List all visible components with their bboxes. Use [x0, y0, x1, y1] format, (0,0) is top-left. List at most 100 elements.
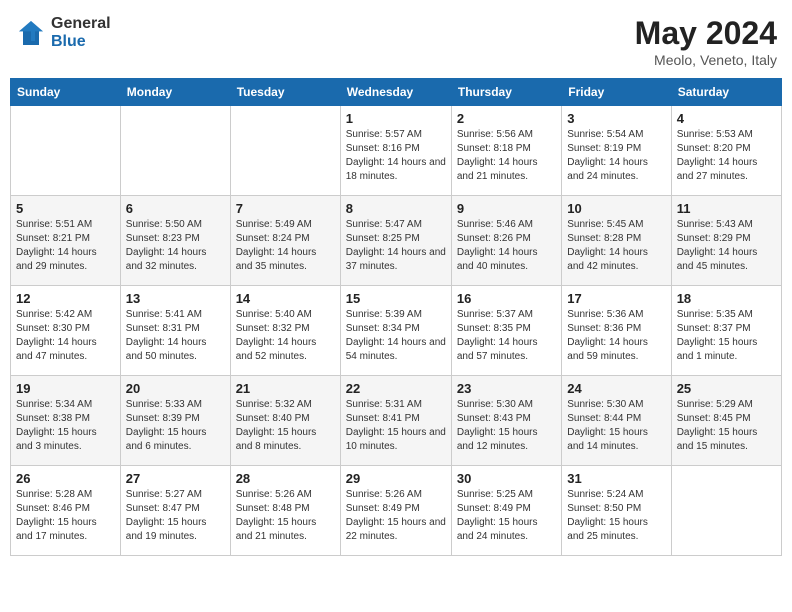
- cell-info: Sunrise: 5:30 AMSunset: 8:43 PMDaylight:…: [457, 398, 556, 454]
- cell-day-number: 2: [457, 111, 556, 126]
- calendar-cell: 15Sunrise: 5:39 AMSunset: 8:34 PMDayligh…: [340, 286, 451, 376]
- calendar-cell: 13 Sunrise: 5:41 AMSunset: 8:31 PMDayligh…: [120, 286, 230, 376]
- calendar-cell: 8 Sunrise: 5:47 AMSunset: 8:25 PMDaylight…: [340, 196, 451, 286]
- weekday-header-tuesday: Tuesday: [230, 79, 340, 106]
- calendar-table: SundayMondayTuesdayWednesdayThursdayFrid…: [10, 78, 782, 556]
- cell-info: Sunrise: 5:29 AMSunset: 8:45 PMDaylight:…: [677, 398, 776, 454]
- calendar-cell: 6 Sunrise: 5:50 AMSunset: 8:23 PMDaylight…: [120, 196, 230, 286]
- calendar-cell: 5Sunrise: 5:51 AMSunset: 8:21 PMDaylight…: [11, 196, 121, 286]
- cell-day-number: 12: [16, 291, 115, 306]
- cell-day-number: 20: [126, 381, 225, 396]
- cell-info: Sunrise: 5:45 AMSunset: 8:28 PMDaylight:…: [567, 218, 665, 274]
- calendar-cell: 2 Sunrise: 5:56 AMSunset: 8:18 PMDaylight…: [451, 106, 561, 196]
- calendar-cell: 29Sunrise: 5:26 AMSunset: 8:49 PMDayligh…: [340, 466, 451, 556]
- calendar-location: Meolo, Veneto, Italy: [635, 52, 777, 68]
- cell-info: Sunrise: 5:24 AMSunset: 8:50 PMDaylight:…: [567, 488, 665, 544]
- weekday-header-monday: Monday: [120, 79, 230, 106]
- cell-day-number: 19: [16, 381, 115, 396]
- cell-day-number: 18: [677, 291, 776, 306]
- calendar-cell: 26 Sunrise: 5:28 AMSunset: 8:46 PMDayligh…: [11, 466, 121, 556]
- cell-info: Sunrise: 5:40 AMSunset: 8:32 PMDaylight:…: [236, 308, 335, 364]
- calendar-cell: 17 Sunrise: 5:36 AMSunset: 8:36 PMDayligh…: [562, 286, 671, 376]
- weekday-header-friday: Friday: [562, 79, 671, 106]
- calendar-cell: 14 Sunrise: 5:40 AMSunset: 8:32 PMDayligh…: [230, 286, 340, 376]
- calendar-cell: [671, 466, 781, 556]
- cell-day-number: 23: [457, 381, 556, 396]
- weekday-header-saturday: Saturday: [671, 79, 781, 106]
- cell-info: Sunrise: 5:51 AMSunset: 8:21 PMDaylight:…: [16, 218, 115, 274]
- cell-day-number: 15: [346, 291, 446, 306]
- calendar-cell: 28 Sunrise: 5:26 AMSunset: 8:48 PMDayligh…: [230, 466, 340, 556]
- calendar-cell: 16Sunrise: 5:37 AMSunset: 8:35 PMDayligh…: [451, 286, 561, 376]
- cell-info: Sunrise: 5:54 AMSunset: 8:19 PMDaylight:…: [567, 128, 665, 184]
- cell-day-number: 21: [236, 381, 335, 396]
- weekday-header-sunday: Sunday: [11, 79, 121, 106]
- cell-info: Sunrise: 5:36 AMSunset: 8:36 PMDaylight:…: [567, 308, 665, 364]
- cell-info: Sunrise: 5:25 AMSunset: 8:49 PMDaylight:…: [457, 488, 556, 544]
- cell-info: Sunrise: 5:46 AMSunset: 8:26 PMDaylight:…: [457, 218, 556, 274]
- cell-info: Sunrise: 5:42 AMSunset: 8:30 PMDaylight:…: [16, 308, 115, 364]
- calendar-header: SundayMondayTuesdayWednesdayThursdayFrid…: [11, 79, 782, 106]
- cell-day-number: 7: [236, 201, 335, 216]
- page-header: General Blue May 2024 Meolo, Veneto, Ita…: [10, 10, 782, 68]
- cell-info: Sunrise: 5:37 AMSunset: 8:35 PMDaylight:…: [457, 308, 556, 364]
- calendar-cell: 12 Sunrise: 5:42 AMSunset: 8:30 PMDayligh…: [11, 286, 121, 376]
- cell-info: Sunrise: 5:56 AMSunset: 8:18 PMDaylight:…: [457, 128, 556, 184]
- calendar-cell: 4Sunrise: 5:53 AMSunset: 8:20 PMDaylight…: [671, 106, 781, 196]
- cell-day-number: 31: [567, 471, 665, 486]
- cell-day-number: 28: [236, 471, 335, 486]
- cell-day-number: 8: [346, 201, 446, 216]
- calendar-cell: 21 Sunrise: 5:32 AMSunset: 8:40 PMDayligh…: [230, 376, 340, 466]
- cell-day-number: 22: [346, 381, 446, 396]
- title-block: May 2024 Meolo, Veneto, Italy: [635, 15, 777, 68]
- cell-day-number: 10: [567, 201, 665, 216]
- logo-text: General Blue: [51, 15, 111, 50]
- calendar-cell: 3Sunrise: 5:54 AMSunset: 8:19 PMDaylight…: [562, 106, 671, 196]
- cell-info: Sunrise: 5:32 AMSunset: 8:40 PMDaylight:…: [236, 398, 335, 454]
- logo-general-text: General: [51, 15, 111, 33]
- calendar-cell: 23 Sunrise: 5:30 AMSunset: 8:43 PMDayligh…: [451, 376, 561, 466]
- cell-info: Sunrise: 5:26 AMSunset: 8:48 PMDaylight:…: [236, 488, 335, 544]
- cell-day-number: 13: [126, 291, 225, 306]
- cell-info: Sunrise: 5:47 AMSunset: 8:25 PMDaylight:…: [346, 218, 446, 274]
- cell-info: Sunrise: 5:35 AMSunset: 8:37 PMDaylight:…: [677, 308, 776, 364]
- cell-info: Sunrise: 5:41 AMSunset: 8:31 PMDaylight:…: [126, 308, 225, 364]
- cell-day-number: 26: [16, 471, 115, 486]
- calendar-week-5: 26 Sunrise: 5:28 AMSunset: 8:46 PMDayligh…: [11, 466, 782, 556]
- calendar-cell: 19 Sunrise: 5:34 AMSunset: 8:38 PMDayligh…: [11, 376, 121, 466]
- cell-day-number: 17: [567, 291, 665, 306]
- calendar-cell: 18 Sunrise: 5:35 AMSunset: 8:37 PMDayligh…: [671, 286, 781, 376]
- cell-info: Sunrise: 5:33 AMSunset: 8:39 PMDaylight:…: [126, 398, 225, 454]
- calendar-cell: 24 Sunrise: 5:30 AMSunset: 8:44 PMDayligh…: [562, 376, 671, 466]
- cell-info: Sunrise: 5:28 AMSunset: 8:46 PMDaylight:…: [16, 488, 115, 544]
- calendar-body: 1Sunrise: 5:57 AMSunset: 8:16 PMDaylight…: [11, 106, 782, 556]
- cell-day-number: 27: [126, 471, 225, 486]
- calendar-cell: 9Sunrise: 5:46 AMSunset: 8:26 PMDaylight…: [451, 196, 561, 286]
- calendar-cell: [230, 106, 340, 196]
- cell-day-number: 14: [236, 291, 335, 306]
- logo-blue-text: Blue: [51, 33, 111, 51]
- cell-info: Sunrise: 5:30 AMSunset: 8:44 PMDaylight:…: [567, 398, 665, 454]
- calendar-cell: 20 Sunrise: 5:33 AMSunset: 8:39 PMDayligh…: [120, 376, 230, 466]
- calendar-week-2: 5Sunrise: 5:51 AMSunset: 8:21 PMDaylight…: [11, 196, 782, 286]
- cell-info: Sunrise: 5:26 AMSunset: 8:49 PMDaylight:…: [346, 488, 446, 544]
- weekday-header-wednesday: Wednesday: [340, 79, 451, 106]
- calendar-week-1: 1Sunrise: 5:57 AMSunset: 8:16 PMDaylight…: [11, 106, 782, 196]
- cell-day-number: 25: [677, 381, 776, 396]
- cell-day-number: 11: [677, 201, 776, 216]
- cell-info: Sunrise: 5:43 AMSunset: 8:29 PMDaylight:…: [677, 218, 776, 274]
- cell-day-number: 30: [457, 471, 556, 486]
- calendar-week-3: 12 Sunrise: 5:42 AMSunset: 8:30 PMDayligh…: [11, 286, 782, 376]
- cell-day-number: 24: [567, 381, 665, 396]
- cell-info: Sunrise: 5:34 AMSunset: 8:38 PMDaylight:…: [16, 398, 115, 454]
- cell-day-number: 1: [346, 111, 446, 126]
- calendar-title: May 2024: [635, 15, 777, 52]
- cell-info: Sunrise: 5:31 AMSunset: 8:41 PMDaylight:…: [346, 398, 446, 454]
- cell-day-number: 6: [126, 201, 225, 216]
- calendar-cell: 27 Sunrise: 5:27 AMSunset: 8:47 PMDayligh…: [120, 466, 230, 556]
- calendar-cell: 22 Sunrise: 5:31 AMSunset: 8:41 PMDayligh…: [340, 376, 451, 466]
- calendar-cell: [11, 106, 121, 196]
- cell-info: Sunrise: 5:27 AMSunset: 8:47 PMDaylight:…: [126, 488, 225, 544]
- cell-info: Sunrise: 5:49 AMSunset: 8:24 PMDaylight:…: [236, 218, 335, 274]
- cell-info: Sunrise: 5:50 AMSunset: 8:23 PMDaylight:…: [126, 218, 225, 274]
